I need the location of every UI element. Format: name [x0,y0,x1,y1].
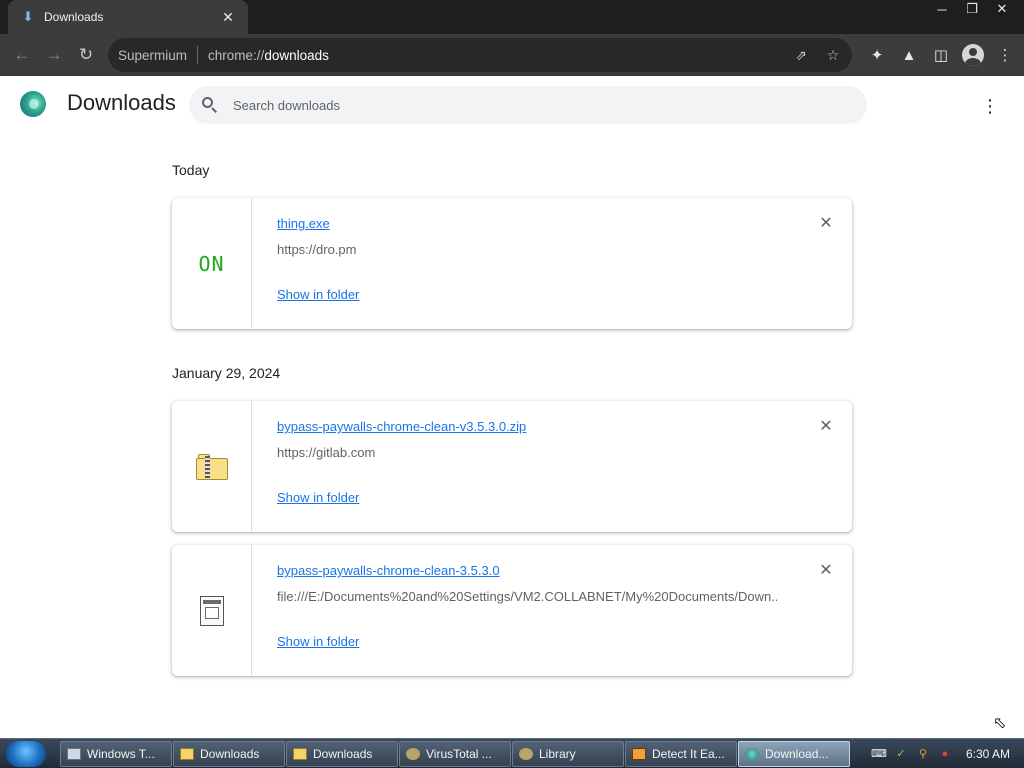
download-item: bypass-paywalls-chrome-clean-v3.5.3.0.zi… [172,401,852,532]
taskbar-item-label: Detect It Ea... [652,747,725,761]
mouse-cursor-icon: ⬁ [993,715,1007,732]
taskbar-item[interactable]: Downloads [173,741,285,767]
address-bar[interactable]: Supermium chrome:// downloads ⇗ ☆ [108,38,852,72]
taskbar-item[interactable]: Downloads [286,741,398,767]
title-bar: ⬇ Downloads ✕ ─ ❐ ✕ [0,0,1024,34]
minimize-icon[interactable]: ─ [928,0,956,18]
taskbar-item-label: Downloads [200,747,260,761]
bug-icon [519,748,533,760]
file-icon [199,595,224,626]
keyboard-icon[interactable]: ⌨ [871,747,887,761]
window-controls: ─ ❐ ✕ [928,0,1016,20]
url-path: downloads [264,47,329,63]
file-icon-cell [172,401,252,532]
back-icon[interactable]: ← [6,39,38,71]
taskbar-item-label: Windows T... [87,747,155,761]
taskbar-item[interactable]: VirusTotal ... [399,741,511,767]
file-source-url: https://dro.pm [277,242,357,257]
remove-icon[interactable]: ✕ [818,562,834,579]
network-icon[interactable]: ✓ [894,747,908,761]
taskbar-item-label: Library [539,747,576,761]
date-heading-jan-29: January 29, 2024 [172,365,281,381]
star-icon[interactable]: ☆ [822,44,844,66]
taskbar-item[interactable]: Detect It Ea... [625,741,737,767]
side-panel-icon[interactable]: ◫ [928,39,954,71]
share-icon[interactable]: ⇗ [790,44,812,66]
supermium-icon [745,748,759,760]
profile-button[interactable] [960,39,986,71]
remove-icon[interactable]: ✕ [818,418,834,435]
page-title: Downloads [67,90,176,115]
taskbar-item[interactable]: Library [512,741,624,767]
file-name-link[interactable]: bypass-paywalls-chrome-clean-3.5.3.0 [277,563,500,578]
search-tool-icon[interactable]: ⚲ [916,747,930,761]
search-icon [201,96,219,114]
browser-toolbar: ← → ↻ Supermium chrome:// downloads ⇗ ☆ … [0,34,1024,76]
omnibox-divider [197,46,199,64]
taskbar-items: Windows T... Downloads Downloads VirusTo… [60,741,850,767]
file-source-url: https://gitlab.com [277,445,376,460]
date-heading-today: Today [172,162,210,178]
site-chip: Supermium [118,47,188,63]
show-in-folder-link[interactable]: Show in folder [277,490,359,505]
taskbar-item-label: Download... [765,747,829,761]
tab-downloads[interactable]: ⬇ Downloads ✕ [8,0,248,34]
die-icon [632,748,646,760]
folder-icon [293,748,307,760]
on-icon: ON [198,251,225,276]
reload-icon[interactable]: ↻ [70,39,102,71]
file-name-link[interactable]: thing.exe [277,216,330,231]
volume-icon[interactable]: ● [938,747,952,761]
menu-icon[interactable]: ⋮ [992,39,1018,71]
show-in-folder-link[interactable]: Show in folder [277,634,359,649]
system-tray: ⌨ ✓ ⚲ ● 6:30 AM [866,739,1024,768]
search-input[interactable] [233,97,833,113]
taskbar-item-label: VirusTotal ... [426,747,492,761]
show-in-folder-link[interactable]: Show in folder [277,287,359,302]
bug-icon [406,748,420,760]
url-scheme: chrome:// [208,47,265,63]
folder-icon [180,748,194,760]
extensions-icon[interactable]: ✦ [864,39,890,71]
file-source-url: file:///E:/Documents%20and%20Settings/VM… [277,589,777,604]
download-icon: ⬇ [22,9,34,24]
taskbar-item-active[interactable]: Download... [738,741,850,767]
tab-title: Downloads [44,10,104,24]
more-actions-icon[interactable]: ⋮ [978,94,1002,118]
profile-icon [962,44,984,66]
toolbar-actions: ✦ ▲ ◫ ⋮ [864,39,1018,71]
close-icon[interactable]: ✕ [988,0,1016,18]
zip-folder-icon [195,453,228,480]
supermium-logo-icon [20,91,46,117]
taskbar-item-label: Downloads [313,747,373,761]
download-item: bypass-paywalls-chrome-clean-3.5.3.0 fil… [172,545,852,676]
taskbar: Windows T... Downloads Downloads VirusTo… [0,738,1024,768]
computer-icon [67,748,81,760]
file-icon-cell: ON [172,198,252,329]
file-icon-cell [172,545,252,676]
tab-close-icon[interactable]: ✕ [220,9,236,25]
remove-icon[interactable]: ✕ [818,215,834,232]
start-button[interactable] [6,741,46,767]
search-box[interactable] [189,86,867,124]
clock[interactable]: 6:30 AM [966,747,1010,761]
download-item: ON thing.exe https://dro.pm Show in fold… [172,198,852,329]
file-name-link[interactable]: bypass-paywalls-chrome-clean-v3.5.3.0.zi… [277,419,526,434]
taskbar-item[interactable]: Windows T... [60,741,172,767]
labs-icon[interactable]: ▲ [896,39,922,71]
forward-icon[interactable]: → [38,39,70,71]
downloads-header: Downloads ⋮ [0,76,1024,132]
restore-icon[interactable]: ❐ [958,0,986,18]
